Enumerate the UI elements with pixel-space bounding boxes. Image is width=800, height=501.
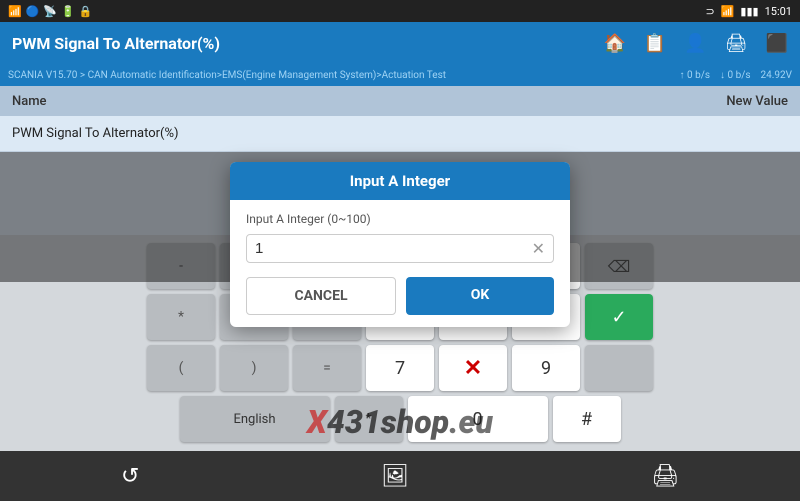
key-0[interactable]: 0 xyxy=(408,396,548,442)
nav-bar: ↺ 🖼 🖨 xyxy=(0,451,800,501)
print-nav-icon[interactable]: 🖨 xyxy=(651,464,679,489)
dialog-overlay: Input A Integer Input A Integer (0~100) … xyxy=(0,152,800,282)
table-header: Name New Value xyxy=(0,86,800,116)
person-icon[interactable]: 👤 xyxy=(684,33,706,54)
app-bar: PWM Signal To Alternator(%) 🏠 📋 👤 🖨 ⬛ xyxy=(0,22,800,64)
home-icon[interactable]: 🏠 xyxy=(603,33,625,54)
voltage-display: 24.92V xyxy=(761,70,792,81)
network-icon: 📶 xyxy=(721,5,735,18)
app-bar-title: PWM Signal To Alternator(%) xyxy=(12,34,591,53)
enter-key[interactable]: ✓ xyxy=(585,294,653,340)
shield-icon: 🔒 xyxy=(79,5,93,18)
wifi-speed-up: ↑ 0 b/s xyxy=(680,70,710,81)
signal-icon: 📡 xyxy=(43,5,57,18)
main-content: Input A Integer Input A Integer (0~100) … xyxy=(0,152,800,282)
keyboard-row-3: ( ) = 7 ✕ 9 xyxy=(4,345,796,391)
dialog-label: Input A Integer (0~100) xyxy=(246,212,554,226)
breadcrumb-text: SCANIA V15.70 > CAN Automatic Identifica… xyxy=(8,70,446,81)
key-7[interactable]: 7 xyxy=(366,345,434,391)
dialog-title: Input A Integer xyxy=(230,162,570,200)
bluetooth-icon: ⊃ xyxy=(706,5,715,18)
gallery-icon[interactable]: 🖼 xyxy=(381,464,409,489)
battery-full-icon: ▮▮▮ xyxy=(740,5,758,18)
edit-icon[interactable]: 📋 xyxy=(644,33,666,54)
key-x-watermark[interactable]: ✕ xyxy=(439,345,507,391)
wifi-speed-down: ↓ 0 b/s xyxy=(720,70,750,81)
key-empty xyxy=(585,345,653,391)
dialog: Input A Integer Input A Integer (0~100) … xyxy=(230,162,570,327)
keyboard-row-4: English * 0 # xyxy=(4,396,796,442)
key-english[interactable]: English xyxy=(180,396,330,442)
dialog-body: Input A Integer (0~100) ✕ CANCEL OK xyxy=(230,200,570,327)
status-bar-left: 📶 🔵 📡 🔋 🔒 xyxy=(8,5,93,18)
status-bar: 📶 🔵 📡 🔋 🔒 ⊃ 📶 ▮▮▮ 15:01 xyxy=(0,0,800,22)
app-bar-icons: 🏠 📋 👤 🖨 ⬛ xyxy=(603,33,788,54)
dialog-buttons: CANCEL OK xyxy=(246,277,554,315)
row-name: PWM Signal To Alternator(%) xyxy=(12,126,788,141)
header-name-col: Name xyxy=(12,94,628,109)
bt-icon: 🔵 xyxy=(26,5,40,18)
key-asterisk[interactable]: * xyxy=(147,294,215,340)
breadcrumb-right: ↑ 0 b/s ↓ 0 b/s 24.92V xyxy=(680,70,792,81)
table-row: PWM Signal To Alternator(%) xyxy=(0,116,800,152)
print-icon[interactable]: 🖨 xyxy=(725,33,748,54)
key-open-paren[interactable]: ( xyxy=(147,345,215,391)
share-icon[interactable]: ⬛ xyxy=(766,33,788,54)
cancel-button[interactable]: CANCEL xyxy=(246,277,396,315)
wifi-icon: 📶 xyxy=(8,5,22,18)
time-display: 15:01 xyxy=(765,5,792,18)
key-equals[interactable]: = xyxy=(293,345,361,391)
back-icon[interactable]: ↺ xyxy=(121,464,139,489)
ok-button[interactable]: OK xyxy=(406,277,554,315)
integer-input[interactable] xyxy=(255,240,532,257)
key-hash[interactable]: # xyxy=(553,396,621,442)
header-value-col: New Value xyxy=(628,94,788,109)
dialog-input-row: ✕ xyxy=(246,234,554,263)
key-asterisk-2[interactable]: * xyxy=(335,396,403,442)
key-close-paren[interactable]: ) xyxy=(220,345,288,391)
breadcrumb-bar: SCANIA V15.70 > CAN Automatic Identifica… xyxy=(0,64,800,86)
battery-icon: 🔋 xyxy=(61,5,75,18)
key-9[interactable]: 9 xyxy=(512,345,580,391)
status-bar-right: ⊃ 📶 ▮▮▮ 15:01 xyxy=(706,5,793,18)
clear-icon[interactable]: ✕ xyxy=(532,239,545,258)
